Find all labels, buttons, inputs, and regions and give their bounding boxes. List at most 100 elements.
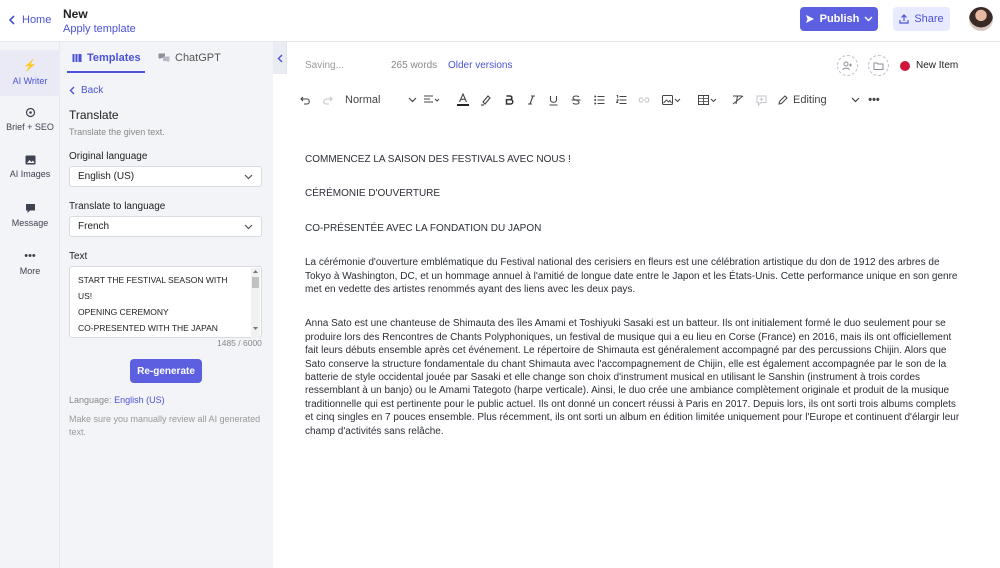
textarea-scrollbar[interactable] xyxy=(250,268,261,338)
more-options-button[interactable]: ••• xyxy=(866,89,882,111)
align-left-icon xyxy=(424,95,440,103)
original-language-select[interactable]: English (US) xyxy=(69,166,262,187)
target-language-label: Translate to language xyxy=(69,201,166,212)
bold-icon xyxy=(505,95,514,105)
rail-item-label: AI Writer xyxy=(12,75,48,86)
tab-label: ChatGPT xyxy=(175,52,221,64)
rail-item-ai-images[interactable]: AI Images xyxy=(0,144,60,190)
chevron-left-icon xyxy=(69,86,75,95)
top-header: Home New Apply template Publish Share xyxy=(0,0,1000,42)
underline-button[interactable] xyxy=(545,89,561,111)
doc-heading-line: COMMENCEZ LA SAISON DES FESTIVALS AVEC N… xyxy=(305,154,571,165)
highlighter-icon xyxy=(481,95,491,106)
align-button[interactable] xyxy=(421,89,443,111)
rail-item-label: Brief + SEO xyxy=(6,121,54,132)
add-collaborator-button[interactable] xyxy=(837,55,858,76)
text-style-value: Normal xyxy=(345,94,381,106)
document-title[interactable]: New xyxy=(63,7,88,21)
char-count: 1485 / 6000 xyxy=(217,338,262,348)
original-language-label: Original language xyxy=(69,151,148,162)
text-line: OPENING CEREMONY xyxy=(78,307,169,317)
strikethrough-button[interactable] xyxy=(568,89,584,111)
text-label: Text xyxy=(69,251,88,262)
bullet-list-button[interactable] xyxy=(591,89,607,111)
text-line: US! xyxy=(78,291,93,301)
bold-button[interactable] xyxy=(501,89,517,111)
active-tab-indicator xyxy=(67,71,145,73)
numbered-list-icon xyxy=(615,95,626,104)
older-versions-link[interactable]: Older versions xyxy=(448,60,512,71)
more-icon: ••• xyxy=(868,94,880,106)
text-color-icon xyxy=(457,93,469,106)
rail-item-label: Message xyxy=(11,217,49,228)
clear-format-button[interactable] xyxy=(730,89,746,111)
highlight-button[interactable] xyxy=(478,89,494,111)
clear-format-icon xyxy=(732,95,744,105)
tool-description: Translate the given text. xyxy=(69,127,165,137)
workflow-status[interactable]: New Item xyxy=(916,60,958,71)
language-indicator: Language: English (US) xyxy=(69,395,165,405)
chevron-left-icon xyxy=(277,54,282,62)
target-icon xyxy=(25,107,35,117)
back-button[interactable]: Back xyxy=(69,85,103,96)
send-icon xyxy=(805,15,814,23)
doc-heading-line: CO-PRÉSENTÉE AVEC LA FONDATION DU JAPON xyxy=(305,222,542,234)
editing-mode-select[interactable]: Editing xyxy=(778,89,860,111)
rail-item-ai-writer[interactable]: ⚡ AI Writer xyxy=(0,50,60,96)
target-language-select[interactable]: French xyxy=(69,216,262,237)
doc-paragraph: Anna Sato est une chanteuse de Shimauta … xyxy=(305,318,960,437)
underline-icon xyxy=(549,95,557,106)
italic-icon xyxy=(527,95,535,105)
collapse-panel-button[interactable] xyxy=(273,42,287,74)
chat-icon xyxy=(25,203,35,213)
user-avatar[interactable] xyxy=(969,7,993,31)
chevron-down-icon xyxy=(851,97,860,103)
link-icon xyxy=(638,97,650,103)
redo-icon xyxy=(322,96,333,105)
chevron-down-icon xyxy=(408,97,417,103)
chevron-down-icon xyxy=(244,174,253,179)
tab-templates[interactable]: Templates xyxy=(72,52,141,64)
source-text-area[interactable]: START THE FESTIVAL SEASON WITH US! OPENI… xyxy=(69,266,262,338)
home-label: Home xyxy=(22,14,52,26)
document-body[interactable]: COMMENCEZ LA SAISON DES FESTIVALS AVEC N… xyxy=(305,153,965,459)
image-icon xyxy=(662,95,681,105)
rail-item-label: AI Images xyxy=(9,169,51,179)
comment-icon xyxy=(756,95,766,106)
comment-button[interactable] xyxy=(753,89,769,111)
back-label: Back xyxy=(81,85,104,96)
chevron-left-icon xyxy=(8,15,15,25)
language-link[interactable]: English (US) xyxy=(114,395,165,405)
folder-icon xyxy=(873,62,884,70)
assign-button[interactable] xyxy=(868,55,889,76)
numbered-list-button[interactable] xyxy=(613,89,629,111)
undo-icon xyxy=(299,96,310,105)
undo-button[interactable] xyxy=(296,89,314,111)
select-value: French xyxy=(78,221,110,232)
doc-paragraph: La cérémonie d'ouverture emblématique du… xyxy=(305,257,958,296)
rail-item-more[interactable]: ••• More xyxy=(0,240,60,286)
rail-item-message[interactable]: Message xyxy=(0,192,60,238)
insert-table-button[interactable] xyxy=(695,89,721,111)
redo-button[interactable] xyxy=(318,89,336,111)
italic-button[interactable] xyxy=(523,89,539,111)
more-icon: ••• xyxy=(24,249,36,262)
panel-tabs: Templates ChatGPT xyxy=(60,42,273,74)
select-value: English (US) xyxy=(78,171,135,182)
home-link[interactable]: Home xyxy=(8,14,51,26)
bullet-list-icon xyxy=(593,95,604,105)
templates-panel: Templates ChatGPT Back Translate Transla… xyxy=(60,42,273,568)
apply-template-link[interactable]: Apply template xyxy=(63,23,136,35)
lightning-icon: ⚡ xyxy=(23,59,37,72)
text-color-button[interactable] xyxy=(455,89,471,111)
chevron-down-icon xyxy=(864,16,873,22)
image-icon xyxy=(25,155,35,165)
rail-item-brief-seo[interactable]: Brief + SEO xyxy=(0,96,60,142)
tab-chatgpt[interactable]: ChatGPT xyxy=(158,52,221,64)
link-button[interactable] xyxy=(636,89,652,111)
share-button[interactable]: Share xyxy=(893,7,950,31)
publish-button[interactable]: Publish xyxy=(800,7,878,31)
insert-image-button[interactable] xyxy=(659,89,685,111)
text-style-select[interactable]: Normal xyxy=(345,89,417,111)
regenerate-button[interactable]: Re-generate xyxy=(130,359,202,383)
